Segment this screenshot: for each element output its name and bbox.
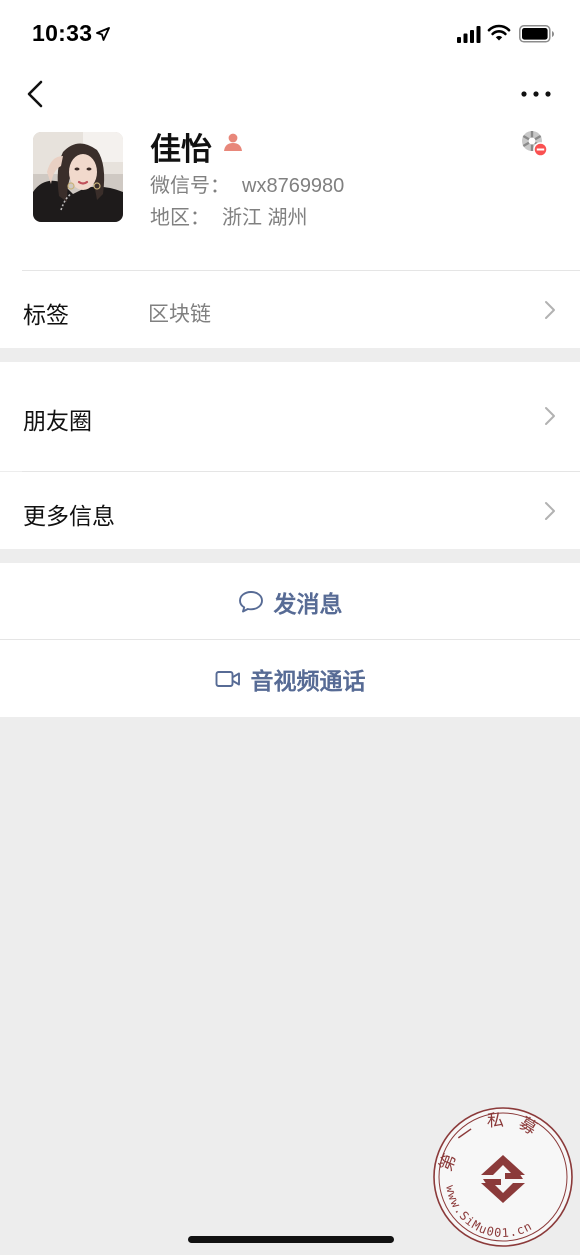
chat-bubble-icon xyxy=(238,590,263,612)
video-call-button[interactable]: 音视频通话 xyxy=(0,640,580,717)
region-value: 浙江 湖州 xyxy=(222,207,308,229)
tags-row[interactable]: 标签 区块链 xyxy=(0,271,580,348)
chevron-right-icon xyxy=(545,502,555,520)
chevron-right-icon xyxy=(545,407,555,425)
cellular-signal-icon xyxy=(457,26,481,43)
home-indicator[interactable] xyxy=(188,1236,394,1243)
more-options-icon[interactable] xyxy=(516,82,556,106)
wifi-icon xyxy=(487,24,511,41)
status-bar: 10:33 xyxy=(0,0,580,68)
chevron-right-icon xyxy=(545,301,555,319)
wechat-id-value: wx8769980 xyxy=(242,175,345,197)
divider xyxy=(22,471,580,472)
video-call-label: 音视频通话 xyxy=(250,667,366,694)
region-label: 地区： xyxy=(150,207,210,229)
tags-label: 标签 xyxy=(23,302,69,328)
contact-person-icon xyxy=(224,133,242,151)
contact-profile-screen: 10:33 佳怡 微信号： wx8769980 地区： 浙江 湖州 标签 区块链… xyxy=(0,0,580,1255)
region: 地区： 浙江 湖州 xyxy=(150,201,308,230)
contact-name: 佳怡 xyxy=(150,132,212,167)
more-info-row[interactable]: 更多信息 xyxy=(0,472,580,549)
send-message-button[interactable]: 发消息 xyxy=(0,563,580,640)
moments-label: 朋友圈 xyxy=(23,408,92,434)
video-camera-icon xyxy=(215,670,240,687)
moments-blocked-icon[interactable] xyxy=(519,128,549,158)
divider xyxy=(0,639,580,640)
moments-row[interactable]: 朋友圈 xyxy=(0,362,580,471)
wechat-id-label: 微信号： xyxy=(150,175,230,197)
battery-icon xyxy=(519,25,554,43)
more-info-label: 更多信息 xyxy=(23,503,115,529)
status-time: 10:33 xyxy=(32,20,93,46)
watermark-seal-logo: 第一私募 www.SiMu001.cn xyxy=(433,1107,573,1247)
tags-value: 区块链 xyxy=(148,303,211,326)
location-arrow-icon xyxy=(96,27,110,41)
avatar[interactable] xyxy=(33,132,123,222)
wechat-id: 微信号： wx8769980 xyxy=(150,169,344,198)
send-message-label: 发消息 xyxy=(273,590,343,617)
back-icon[interactable] xyxy=(20,78,52,110)
